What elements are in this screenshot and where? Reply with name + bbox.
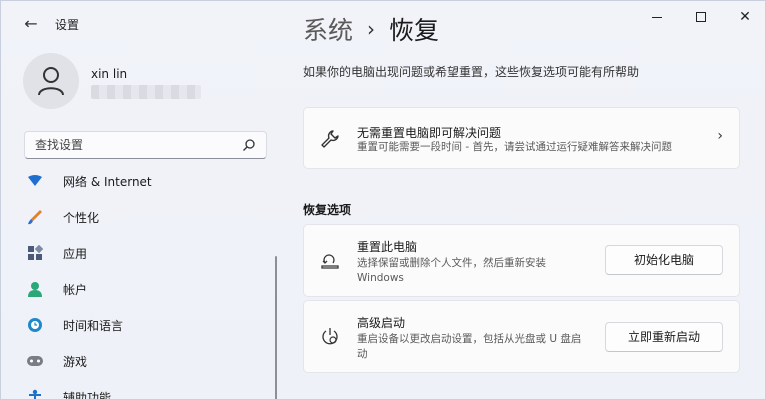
sidebar-item-time-language[interactable]: 时间和语言: [27, 307, 267, 343]
back-button[interactable]: ←: [19, 13, 43, 35]
restart-now-button[interactable]: 立即重新启动: [605, 322, 723, 352]
sidebar-item-label: 帐户: [63, 282, 88, 297]
sidebar-item-gaming[interactable]: 游戏: [27, 343, 267, 379]
app-title: 设置: [55, 18, 80, 32]
sidebar-item-label: 网络 & Internet: [63, 174, 152, 189]
advanced-startup-card: 高级启动 重启设备以更改启动设置，包括从光盘或 U 盘启 动 立即重新启动: [303, 300, 740, 373]
advanced-startup-icon: [318, 325, 342, 349]
minimize-icon: [652, 16, 662, 18]
reset-pc-button[interactable]: 初始化电脑: [605, 245, 723, 275]
sidebar-item-apps[interactable]: 应用: [27, 235, 267, 271]
window-controls: ✕: [635, 1, 765, 33]
maximize-icon: [696, 12, 706, 22]
section-title: 恢复选项: [303, 203, 352, 217]
minimize-button[interactable]: [635, 1, 679, 33]
troubleshoot-card[interactable]: 无需重置电脑即可解决问题 重置可能需要一段时间 - 首先，请尝试通过运行疑难解答…: [303, 107, 740, 169]
sidebar-item-label: 个性化: [63, 210, 100, 225]
avatar[interactable]: [23, 53, 79, 109]
sidebar-scrollbar[interactable]: [275, 256, 277, 399]
user-name: xin lin: [91, 67, 128, 81]
accessibility-icon: [27, 389, 55, 399]
close-icon: ✕: [739, 9, 751, 25]
sidebar-item-label: 应用: [63, 246, 88, 261]
search-placeholder: 查找设置: [35, 138, 84, 152]
sidebar-nav: 网络 & Internet 个性化 应用 帐户 时间和语言 游戏 辅助功能: [27, 171, 267, 400]
sidebar-item-network[interactable]: 网络 & Internet: [27, 163, 267, 199]
user-email-redacted: [91, 85, 201, 99]
reset-pc-desc-line1: 选择保留或删除个人文件，然后重新安装: [357, 257, 546, 269]
reset-pc-title: 重置此电脑: [357, 240, 418, 254]
advanced-startup-desc-line2: 动: [357, 348, 368, 360]
reset-pc-card: 重置此电脑 选择保留或删除个人文件，然后重新安装 Windows 初始化电脑: [303, 224, 740, 297]
troubleshoot-desc: 重置可能需要一段时间 - 首先，请尝试通过运行疑难解答来解决问题: [357, 141, 672, 153]
globe-clock-icon: [27, 317, 55, 333]
advanced-startup-desc-line1: 重启设备以更改启动设置，包括从光盘或 U 盘启: [357, 333, 582, 345]
breadcrumb: 系统 › 恢复: [303, 11, 439, 47]
sidebar-item-label: 游戏: [63, 354, 88, 369]
search-icon: [243, 139, 255, 151]
wrench-icon: [318, 127, 342, 151]
page-subtitle: 如果你的电脑出现问题或希望重置，这些恢复选项可能有所帮助: [303, 65, 640, 79]
sidebar-item-personalization[interactable]: 个性化: [27, 199, 267, 235]
apps-icon: [27, 245, 55, 261]
search-input[interactable]: 查找设置: [24, 131, 267, 159]
reset-pc-icon: [318, 249, 342, 273]
breadcrumb-separator: ›: [367, 17, 376, 41]
close-button[interactable]: ✕: [723, 1, 765, 33]
brush-icon: [27, 209, 55, 225]
page-title: 恢复: [389, 16, 440, 45]
account-icon: [27, 281, 55, 297]
advanced-startup-title: 高级启动: [357, 316, 406, 330]
sidebar-item-accounts[interactable]: 帐户: [27, 271, 267, 307]
maximize-button[interactable]: [679, 1, 723, 33]
settings-window: ← 设置 ✕ xin lin 查找设置 网络 & Internet 个性化 应用…: [0, 0, 766, 400]
back-arrow-icon: ←: [24, 14, 38, 33]
wifi-icon: [27, 173, 55, 189]
reset-pc-desc-line2: Windows: [357, 272, 404, 284]
sidebar-item-accessibility[interactable]: 辅助功能: [27, 379, 267, 400]
chevron-right-icon: ›: [717, 128, 723, 144]
user-icon: [38, 67, 64, 96]
breadcrumb-parent[interactable]: 系统: [303, 11, 353, 47]
sidebar-item-label: 时间和语言: [63, 318, 124, 333]
gamepad-icon: [27, 353, 55, 369]
sidebar-item-label: 辅助功能: [63, 390, 112, 400]
